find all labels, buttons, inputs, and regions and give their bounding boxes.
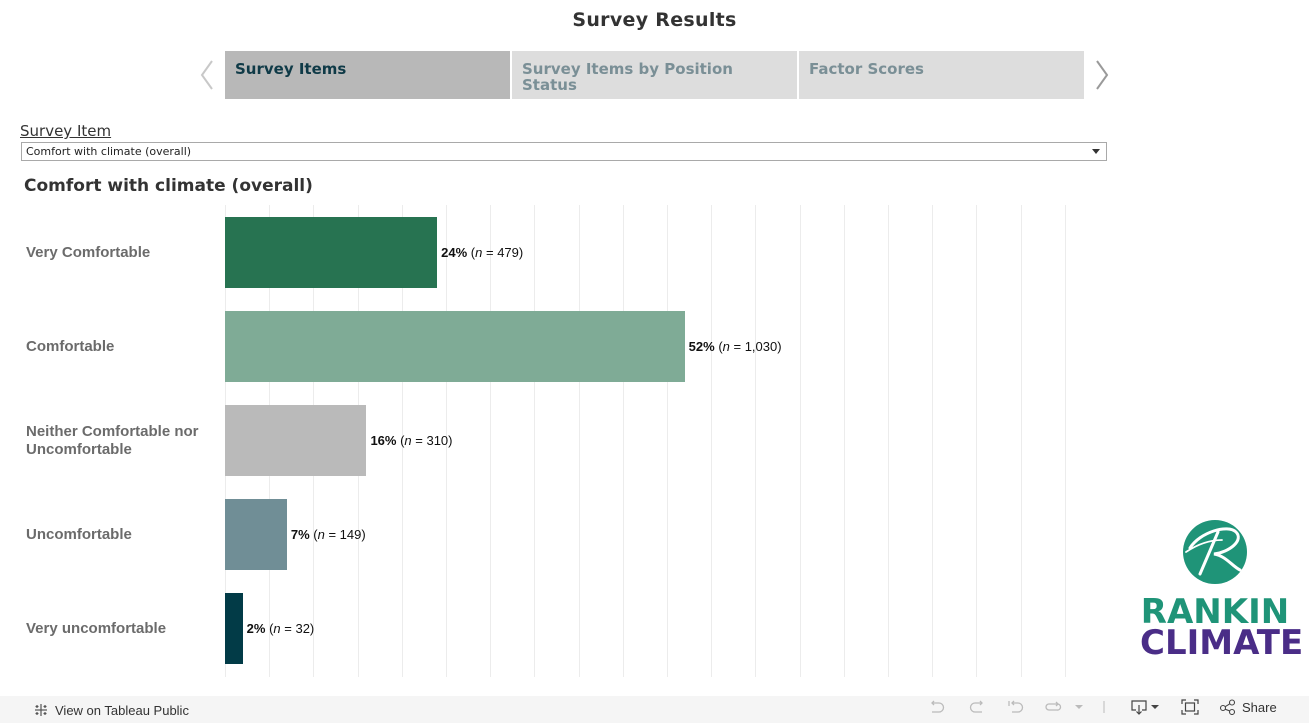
redo-button[interactable] <box>968 696 986 718</box>
refresh-button[interactable] <box>1044 696 1062 718</box>
bar-chart: Very Comfortable 24% (n = 479) Comfortable… <box>0 205 1120 677</box>
dropdown-selected-value: Comfort with climate (overall) <box>26 145 192 158</box>
revert-button[interactable] <box>1007 696 1025 718</box>
tab-factor-scores[interactable]: Factor Scores <box>799 51 1084 99</box>
bar-value-label: 16% (n = 310) <box>370 432 453 448</box>
pause-dropdown-button[interactable] <box>1074 696 1084 718</box>
survey-item-dropdown[interactable]: Comfort with climate (overall) <box>21 142 1107 161</box>
bar-value-label: 2% (n = 32) <box>246 620 315 636</box>
undo-button[interactable] <box>928 696 946 718</box>
download-button[interactable] <box>1130 696 1160 718</box>
survey-item-filter-label: Survey Item <box>20 122 112 140</box>
share-label: Share <box>1242 699 1277 715</box>
page-title: Survey Results <box>572 9 737 31</box>
dropdown-caret-icon <box>1092 149 1100 154</box>
gridline <box>534 205 536 677</box>
gridline <box>490 205 492 677</box>
revert-icon <box>1008 700 1024 713</box>
gridline <box>578 205 580 677</box>
category-label: Neither Comfortable nor Uncomfortable <box>26 422 199 458</box>
category-label: Very Comfortable <box>26 243 151 261</box>
gridline <box>1064 205 1066 677</box>
tableau-toolbar: View on Tableau Public Share <box>0 696 1309 723</box>
share-button[interactable]: Share <box>1219 696 1277 718</box>
bar[interactable] <box>225 217 438 288</box>
fullscreen-icon <box>1181 699 1199 715</box>
category-label: Very uncomfortable <box>26 619 167 637</box>
toolbar-divider <box>1103 696 1105 718</box>
logo-text-climate: CLIMATE <box>1140 623 1304 663</box>
tab-survey-items[interactable]: Survey Items <box>225 51 510 99</box>
category-label: Uncomfortable <box>26 525 132 543</box>
story-tabs: Survey Items Survey Items by Position St… <box>225 51 1084 99</box>
redo-icon <box>969 700 983 713</box>
chart-title: Comfort with climate (overall) <box>24 176 313 196</box>
refresh-icon <box>1045 701 1062 711</box>
chevron-right-icon <box>1096 60 1109 90</box>
undo-icon <box>931 700 945 713</box>
download-icon <box>1131 700 1159 715</box>
share-icon <box>1219 699 1236 715</box>
gridline <box>667 205 668 677</box>
tableau-logo-icon <box>35 704 47 716</box>
caret-down-icon <box>1075 705 1083 709</box>
bar[interactable] <box>225 499 287 570</box>
tabs-next-button[interactable] <box>1092 58 1112 92</box>
tabs-prev-button[interactable] <box>197 58 217 92</box>
gridline <box>1020 205 1022 677</box>
bar[interactable] <box>225 405 367 476</box>
bar[interactable] <box>225 311 685 382</box>
gridline <box>888 205 889 677</box>
bar-value-label: 7% (n = 149) <box>290 526 366 542</box>
chevron-left-icon <box>200 60 213 90</box>
bar-value-label: 24% (n = 479) <box>441 244 524 260</box>
gridline <box>843 205 845 677</box>
gridline <box>799 205 801 677</box>
gridline <box>932 205 934 677</box>
category-label: Comfortable <box>26 337 115 355</box>
fullscreen-button[interactable] <box>1181 696 1199 718</box>
view-on-tableau-public-label: View on Tableau Public <box>55 702 189 718</box>
gridline <box>622 205 624 677</box>
rankin-climate-logo: RANKIN CLIMATE <box>1140 518 1304 663</box>
rankin-r-emblem-icon <box>1183 520 1247 584</box>
gridline <box>976 205 978 677</box>
gridline <box>755 205 757 677</box>
tab-survey-items-by-position-status[interactable]: Survey Items by Position Status <box>512 51 797 99</box>
bar-value-label: 52% (n = 1,030) <box>688 338 782 354</box>
view-on-tableau-public-link[interactable]: View on Tableau Public <box>33 702 189 718</box>
gridline <box>711 205 713 677</box>
bar[interactable] <box>225 593 243 664</box>
